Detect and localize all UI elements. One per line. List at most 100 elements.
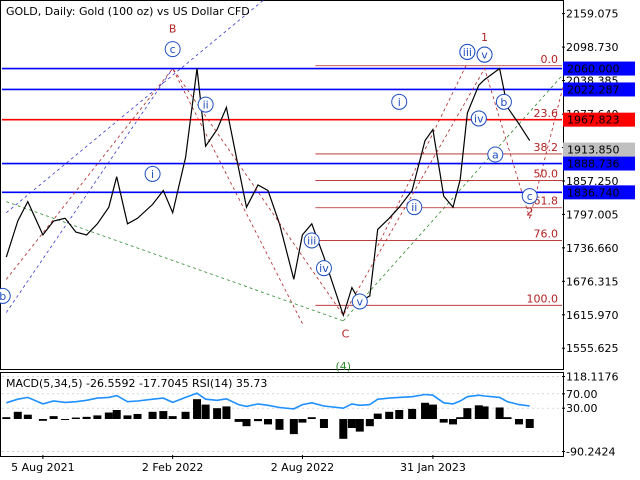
macd-bar: [123, 415, 132, 419]
fibonacci-levels: 0.023.638.250.061.876.0100.0: [315, 53, 562, 306]
time-axis-tick-label: 31 Jan 2023: [400, 461, 466, 474]
price-axis-tick-label: 1555.625: [566, 342, 619, 355]
macd-bar: [463, 408, 472, 419]
macd-bar: [181, 411, 190, 419]
wave-label-red: 1: [481, 31, 488, 44]
macd-bar: [242, 419, 251, 427]
price-axis-tick-label: 1797.005: [566, 208, 619, 221]
fib-level-label: 38.2: [534, 141, 559, 154]
macd-bar: [193, 399, 202, 419]
macd-bar: [298, 419, 307, 423]
macd-bar: [49, 416, 58, 419]
wave-label-blue: v: [357, 295, 364, 308]
macd-bar: [222, 406, 231, 419]
wave-label-blue: ii: [411, 201, 417, 214]
macd-bar: [23, 414, 32, 419]
current-price-tag-label: 1913.850: [567, 144, 620, 157]
macd-bar: [159, 411, 168, 419]
price-tag-label: 1836.740: [567, 186, 620, 199]
wave-label-blue: ii: [203, 99, 209, 112]
macd-bar: [2, 417, 11, 419]
wave-label-blue: iii: [463, 46, 472, 59]
wave-label-red: 2: [526, 206, 533, 219]
macd-bar: [421, 402, 430, 419]
macd-bar: [275, 419, 284, 430]
rsi-line: [6, 392, 530, 410]
price-tag-label: 1967.823: [567, 114, 620, 127]
wave-label-red: C: [342, 328, 350, 341]
fib-level-label: 50.0: [534, 168, 559, 181]
wave-label-blue: iii: [307, 234, 316, 247]
price-axis-tick-label: 1676.315: [566, 275, 619, 288]
price-axis-tick-label: 2159.075: [566, 8, 619, 21]
time-axis-tick-label: 2 Aug 2022: [271, 461, 334, 474]
wave-label-blue: i: [398, 96, 401, 109]
macd-bar: [264, 419, 273, 425]
fib-level-label: 76.0: [534, 227, 559, 240]
fib-level-label: 0.0: [541, 53, 559, 66]
macd-bar: [495, 407, 504, 419]
rsi-series: [6, 392, 530, 410]
macd-bar: [168, 416, 177, 419]
price-tag-label: 2060.000: [567, 63, 620, 76]
macd-bar: [201, 404, 210, 419]
indicator-axis-tick-label: 30.00: [566, 402, 598, 415]
wave-label-blue: iv: [474, 112, 484, 125]
price-axis-tick-label: 1736.660: [566, 242, 619, 255]
macd-bar: [385, 411, 394, 419]
macd-bar: [456, 417, 465, 419]
channel-line: [5, 68, 173, 313]
wave-label-blue: i: [151, 168, 154, 181]
chart-title: GOLD, Daily: Gold (100 oz) vs US Dollar …: [6, 5, 250, 18]
macd-bar: [480, 406, 489, 419]
channel-line: [6, 0, 265, 214]
macd-bar: [428, 404, 437, 419]
macd-bar: [449, 419, 458, 425]
macd-bar: [93, 415, 102, 419]
macd-bar: [104, 412, 113, 419]
macd-bar: [82, 416, 91, 419]
macd-bar: [61, 419, 70, 420]
time-axis-tick-label: 5 Aug 2021: [11, 461, 74, 474]
macd-bar: [319, 419, 328, 428]
price-tag-label: 2022.287: [567, 83, 620, 96]
wave-label-blue: c: [527, 190, 533, 203]
macd-bar: [365, 419, 374, 427]
channel-line: [6, 201, 344, 322]
macd-bar: [525, 419, 534, 428]
wave-label-red: B: [169, 23, 177, 36]
macd-bar: [503, 417, 512, 419]
macd-bar: [112, 410, 121, 419]
wave-label-blue: a: [492, 149, 499, 162]
macd-bar: [253, 419, 262, 422]
indicator-title: MACD(5,34,5) -26.5592 -17.7045 RSI(14) 3…: [6, 377, 267, 390]
fib-level-label: 100.0: [527, 292, 559, 305]
macd-bar: [234, 419, 243, 422]
indicator-axis-tick-label: -90.2424: [566, 445, 615, 458]
wave-label-green: (4): [336, 360, 352, 373]
wave-label-blue: iv: [319, 262, 329, 275]
macd-bar: [439, 419, 448, 423]
time-axis-ticks: 5 Aug 2021 2 Feb 2022 2 Aug 2022 31 Jan 202…: [11, 455, 466, 474]
price-tag-label: 1888.736: [567, 158, 620, 171]
macd-bar: [355, 419, 364, 432]
wave-label-blue: c: [170, 43, 176, 56]
indicator-axis-tick-label: 70.00: [566, 388, 598, 401]
macd-bar: [133, 413, 142, 419]
channel-line: [377, 62, 468, 247]
macd-bar: [347, 419, 356, 428]
wave-labels: ciiibiiiivviiiivviiiiiiivvabcBC12(4): [0, 23, 538, 373]
macd-bar: [395, 410, 404, 419]
macd-bar: [213, 408, 222, 419]
wave-label-blue: v: [481, 49, 488, 62]
macd-bar: [307, 417, 316, 419]
macd-bar: [38, 419, 47, 421]
macd-bar: [13, 411, 22, 419]
macd-bar: [289, 419, 298, 435]
indicator-axis-ticks: 118.1176 70.0030.00 -90.2424: [562, 370, 619, 458]
time-axis-tick-label: 2 Feb 2022: [142, 461, 203, 474]
macd-bar: [339, 419, 348, 439]
fib-level-label: 23.6: [534, 107, 559, 120]
macd-bar: [71, 417, 80, 419]
macd-bar: [148, 411, 157, 419]
